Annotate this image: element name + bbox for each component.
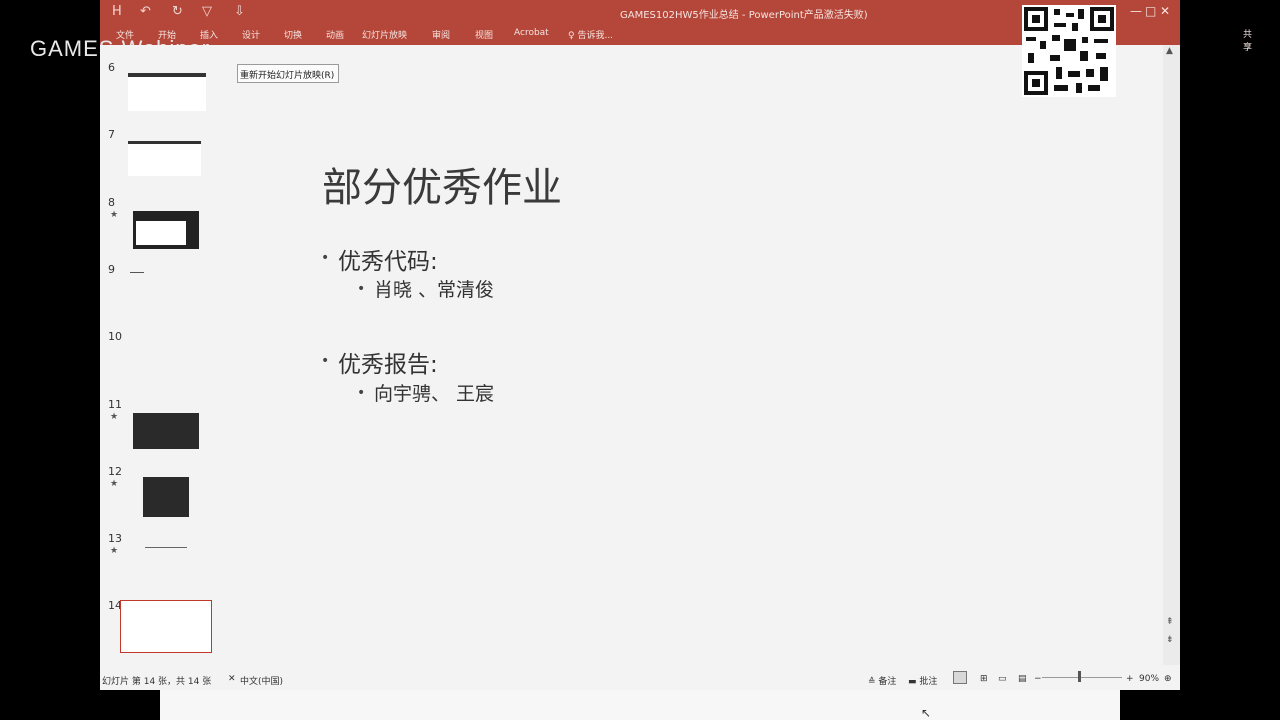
notes-button[interactable]: ≙ 备注 <box>868 674 896 687</box>
mouse-cursor-icon: ↖ <box>921 706 932 720</box>
tab-transitions[interactable]: 切换 <box>284 28 302 41</box>
start-slideshow-icon[interactable]: ⇩ <box>234 4 245 19</box>
thumbnail-number: 8 <box>108 196 115 209</box>
reading-view-icon[interactable]: ▭ <box>998 674 1007 684</box>
vertical-scrollbar[interactable]: ▲ ⇞ ⇟ <box>1163 45 1180 665</box>
animation-star-icon: ★ <box>110 210 119 220</box>
zoom-slider-track[interactable] <box>1042 677 1122 678</box>
tell-me-search[interactable]: ♀ 告诉我... <box>568 28 613 41</box>
bullet-icon: • <box>357 385 366 401</box>
section-heading[interactable]: 优秀代码: <box>338 242 438 276</box>
title-bar: H ↶ ↻ ▽ ⇩ GAMES102HW5作业总结 - PowerPoint产品… <box>100 0 1252 53</box>
minimize-button[interactable]: — <box>1130 4 1142 18</box>
language-indicator[interactable]: 中文(中国) <box>240 674 283 687</box>
slide-title[interactable]: 部分优秀作业 <box>322 155 562 213</box>
maximize-button[interactable]: □ <box>1145 4 1156 18</box>
share-button[interactable]: 共享 <box>1243 27 1252 53</box>
animation-star-icon: ★ <box>110 412 119 422</box>
scroll-up-icon[interactable]: ▲ <box>1166 46 1173 56</box>
thumbnail-number: 12 <box>108 465 122 478</box>
prev-slide-icon[interactable]: ⇞ <box>1166 617 1174 627</box>
slide-thumbnail[interactable] <box>143 477 189 517</box>
thumbnail-number: 6 <box>108 61 115 74</box>
zoom-in-button[interactable]: + <box>1126 674 1134 684</box>
thumbnail-content <box>136 221 186 245</box>
thumbnail-number: 7 <box>108 128 115 141</box>
comments-button[interactable]: ▬ 批注 <box>908 674 937 687</box>
tab-review[interactable]: 审阅 <box>432 28 450 41</box>
thumbnail-number: 11 <box>108 398 122 411</box>
close-button[interactable]: ✕ <box>1160 4 1170 18</box>
tab-animations[interactable]: 动画 <box>326 28 344 41</box>
tooltip: 重新开始幻灯片放映(R) <box>237 64 339 83</box>
qr-code <box>1022 5 1116 97</box>
animation-star-icon: ★ <box>110 546 119 556</box>
tab-slideshow[interactable]: 幻灯片放映 <box>362 28 407 41</box>
tab-view[interactable]: 视图 <box>475 28 493 41</box>
slide-thumbnail[interactable] <box>128 141 201 176</box>
slide-thumbnail[interactable] <box>128 73 206 111</box>
slideshow-view-icon[interactable]: ▤ <box>1018 674 1027 684</box>
customize-icon[interactable]: ▽ <box>202 4 212 19</box>
section-item[interactable]: 向宇骋、 王宸 <box>374 379 494 406</box>
redo-icon[interactable]: ↻ <box>172 4 183 19</box>
bullet-icon: • <box>321 250 330 266</box>
animation-star-icon: ★ <box>110 479 119 489</box>
zoom-slider-thumb[interactable] <box>1078 671 1081 682</box>
bullet-icon: • <box>357 281 366 297</box>
zoom-out-button[interactable]: − <box>1034 674 1042 684</box>
save-icon[interactable]: H <box>112 4 122 19</box>
slide-counter: 幻灯片 第 14 张，共 14 张 <box>102 677 212 687</box>
section-item[interactable]: 肖晓 、常清俊 <box>374 275 494 302</box>
status-bar: 幻灯片 第 14 张，共 14 张 ✕ 中文(中国) ≙ 备注 ▬ 批注 ⊞ ▭… <box>100 665 1180 690</box>
slide-thumbnail[interactable] <box>133 211 199 249</box>
slide-thumbnail[interactable] <box>130 272 144 273</box>
slide-thumbnail[interactable] <box>133 413 199 449</box>
thumbnail-number: 9 <box>108 263 115 276</box>
slide-thumbnail[interactable] <box>145 547 187 548</box>
fit-to-window-icon[interactable]: ⊕ <box>1164 674 1172 684</box>
tab-acrobat[interactable]: Acrobat <box>514 28 549 38</box>
thumbnail-number: 13 <box>108 532 122 545</box>
spell-check-icon[interactable]: ✕ <box>228 674 236 684</box>
section-heading[interactable]: 优秀报告: <box>338 345 438 379</box>
bullet-icon: • <box>321 353 330 369</box>
undo-icon[interactable]: ↶ <box>140 4 151 19</box>
slide-sorter-icon[interactable]: ⊞ <box>980 674 988 684</box>
normal-view-icon[interactable] <box>953 671 967 684</box>
thumbnail-number: 10 <box>108 330 122 343</box>
next-slide-icon[interactable]: ⇟ <box>1166 635 1174 645</box>
tab-design[interactable]: 设计 <box>242 28 260 41</box>
workspace: 6 7 8 ★ 9 10 11 ★ 12 ★ 13 ★ 14 ▲ ⇞ ⇟ <box>100 45 1180 665</box>
taskbar-strip <box>160 690 1120 720</box>
slide-thumbnail-selected[interactable] <box>120 600 212 653</box>
slide-thumbnail-panel: 6 7 8 ★ 9 10 11 ★ 12 ★ 13 ★ 14 <box>100 45 230 665</box>
zoom-level[interactable]: 90% <box>1139 674 1159 684</box>
qr-code-graphic <box>1024 7 1114 95</box>
document-title: GAMES102HW5作业总结 - PowerPoint产品激活失败) <box>620 10 868 21</box>
